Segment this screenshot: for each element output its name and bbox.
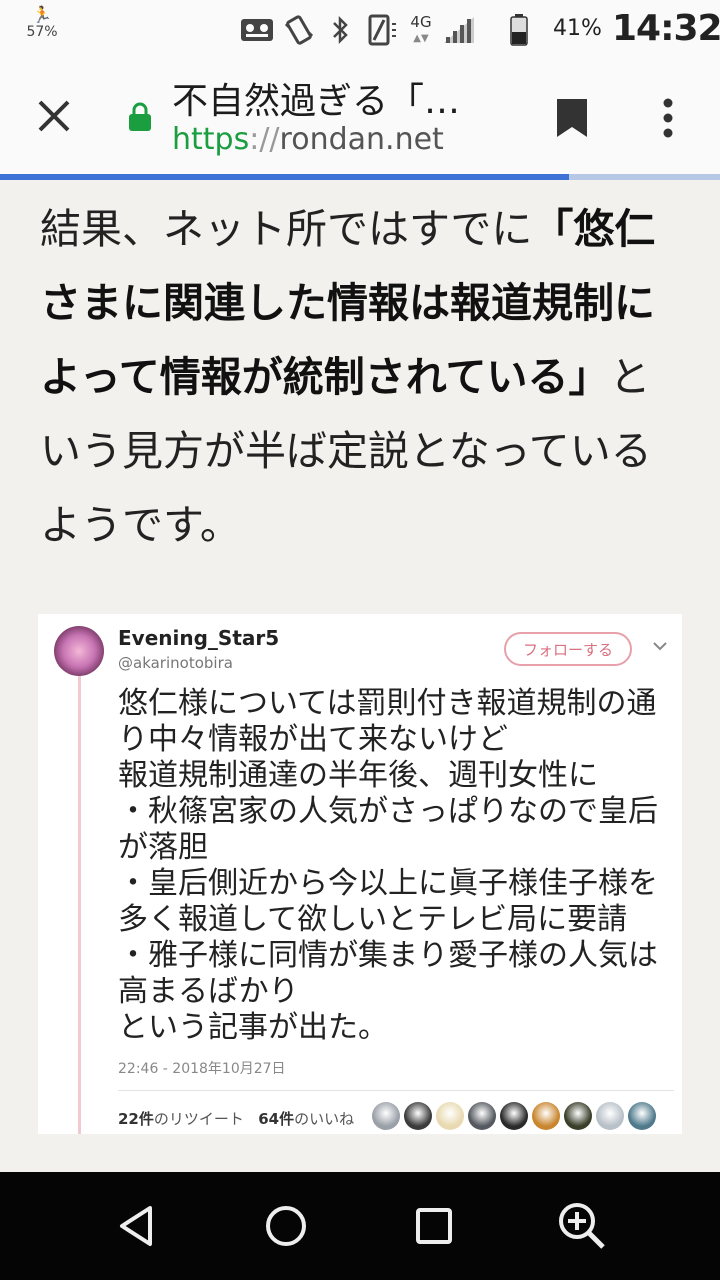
tweet-line: り中々情報が出て来ないけど (118, 722, 508, 757)
recents-icon (416, 1208, 452, 1244)
tweet-timestamp[interactable]: 22:46 - 2018年10月27日 (118, 1058, 286, 1078)
close-button[interactable] (30, 92, 78, 140)
embedded-tweet[interactable]: Evening_Star5 @akarinotobira フォローする 悠仁様に… (38, 614, 682, 1134)
page-url[interactable]: https://rondan.net (172, 122, 444, 157)
zoom-icon (559, 1203, 605, 1249)
bookmark-icon (557, 99, 587, 137)
tweet-divider (118, 1090, 674, 1091)
tweet-line: 多く報道して欲しいとテレビ局に要請 (118, 902, 628, 937)
tweet-line: 報道規制通達の半年後、週刊女性に (118, 758, 598, 793)
avatar[interactable] (54, 626, 104, 676)
sb-left-indicator: 🏃 57% (22, 5, 62, 41)
running-icon: 🏃 (32, 5, 52, 24)
retweet-label[interactable]: のリツイート (154, 1110, 244, 1128)
tweet-line: 高まるばかり (118, 974, 299, 1009)
tweet-line: ・秋篠宮家の人気がさっぱりなので皇后 (118, 794, 658, 829)
liker-avatar[interactable] (564, 1102, 592, 1130)
nfc-icon (366, 13, 400, 47)
home-icon (266, 1206, 306, 1246)
tweet-author-name[interactable]: Evening_Star5 (118, 626, 279, 650)
network-type-icon: 4G ▲▼ (410, 12, 432, 44)
sb-left-percent: 57% (26, 24, 58, 40)
tweet-thread-bar (78, 674, 81, 1134)
nav-recents-button[interactable] (404, 1196, 464, 1256)
tweet-line: ・雅子様に同情が集まり愛子様の人気は (118, 938, 658, 973)
battery-icon (508, 13, 530, 47)
chevron-down-icon[interactable] (650, 636, 670, 656)
system-nav-bar (0, 1172, 720, 1280)
nav-zoom-button[interactable] (552, 1196, 612, 1256)
liker-avatar[interactable] (372, 1102, 400, 1130)
back-icon (120, 1206, 152, 1246)
status-bar: 🏃 57% 4G ▲▼ 41% 14:32 (0, 0, 720, 58)
liker-avatars (372, 1102, 656, 1130)
url-scheme: https (172, 122, 250, 157)
url-separator: :// (249, 122, 280, 157)
status-icons: 4G ▲▼ (240, 10, 530, 50)
more-menu-button[interactable] (644, 92, 692, 144)
close-icon (38, 100, 70, 132)
tweet-author-handle[interactable]: @akarinotobira (118, 654, 233, 672)
like-count[interactable]: 64件 (258, 1110, 294, 1128)
bluetooth-icon (324, 13, 358, 47)
battery-percent: 41% (553, 16, 602, 41)
liker-avatar[interactable] (468, 1102, 496, 1130)
bookmark-button[interactable] (548, 92, 596, 144)
clock: 14:32 (612, 8, 720, 49)
voicemail-icon (240, 13, 274, 47)
liker-avatar[interactable] (404, 1102, 432, 1130)
browser-toolbar: 不自然過ぎる「… https://rondan.net (0, 58, 720, 174)
article-text-plain-1: 結果、ネット所ではすでに (40, 205, 533, 253)
tweet-text: 悠仁様については罰則付き報道規制の通 り中々情報が出て来ないけど 報道規制通達の… (118, 686, 668, 1046)
nav-back-button[interactable] (106, 1196, 166, 1256)
lock-icon (129, 102, 151, 131)
page-load-progress (0, 174, 720, 180)
tweet-line: ・皇后側近から今以上に眞子様佳子様を (118, 866, 658, 901)
liker-avatar[interactable] (436, 1102, 464, 1130)
liker-avatar[interactable] (596, 1102, 624, 1130)
page-load-progress-fill (0, 174, 569, 180)
retweet-count[interactable]: 22件 (118, 1110, 154, 1128)
signal-icon (442, 13, 476, 47)
follow-button[interactable]: フォローする (504, 632, 632, 666)
page-title[interactable]: 不自然過ぎる「… (172, 72, 512, 124)
tweet-line: という記事が出た。 (118, 1010, 388, 1045)
url-host: rondan.net (279, 122, 444, 157)
tweet-line: 悠仁様については罰則付き報道規制の通 (118, 686, 657, 721)
vibrate-icon (282, 13, 316, 47)
liker-avatar[interactable] (532, 1102, 560, 1130)
article-paragraph: 結果、ネット所ではすでに「悠仁さまに関連した情報は報道規制によって情報が統制され… (40, 192, 680, 562)
like-label[interactable]: のいいね (294, 1110, 354, 1128)
tweet-line: が落胆 (118, 830, 208, 865)
liker-avatar[interactable] (500, 1102, 528, 1130)
liker-avatar[interactable] (628, 1102, 656, 1130)
nav-home-button[interactable] (256, 1196, 316, 1256)
more-vert-icon (663, 98, 673, 138)
tweet-stats: 22件のリツイート 64件のいいね (118, 1108, 354, 1129)
